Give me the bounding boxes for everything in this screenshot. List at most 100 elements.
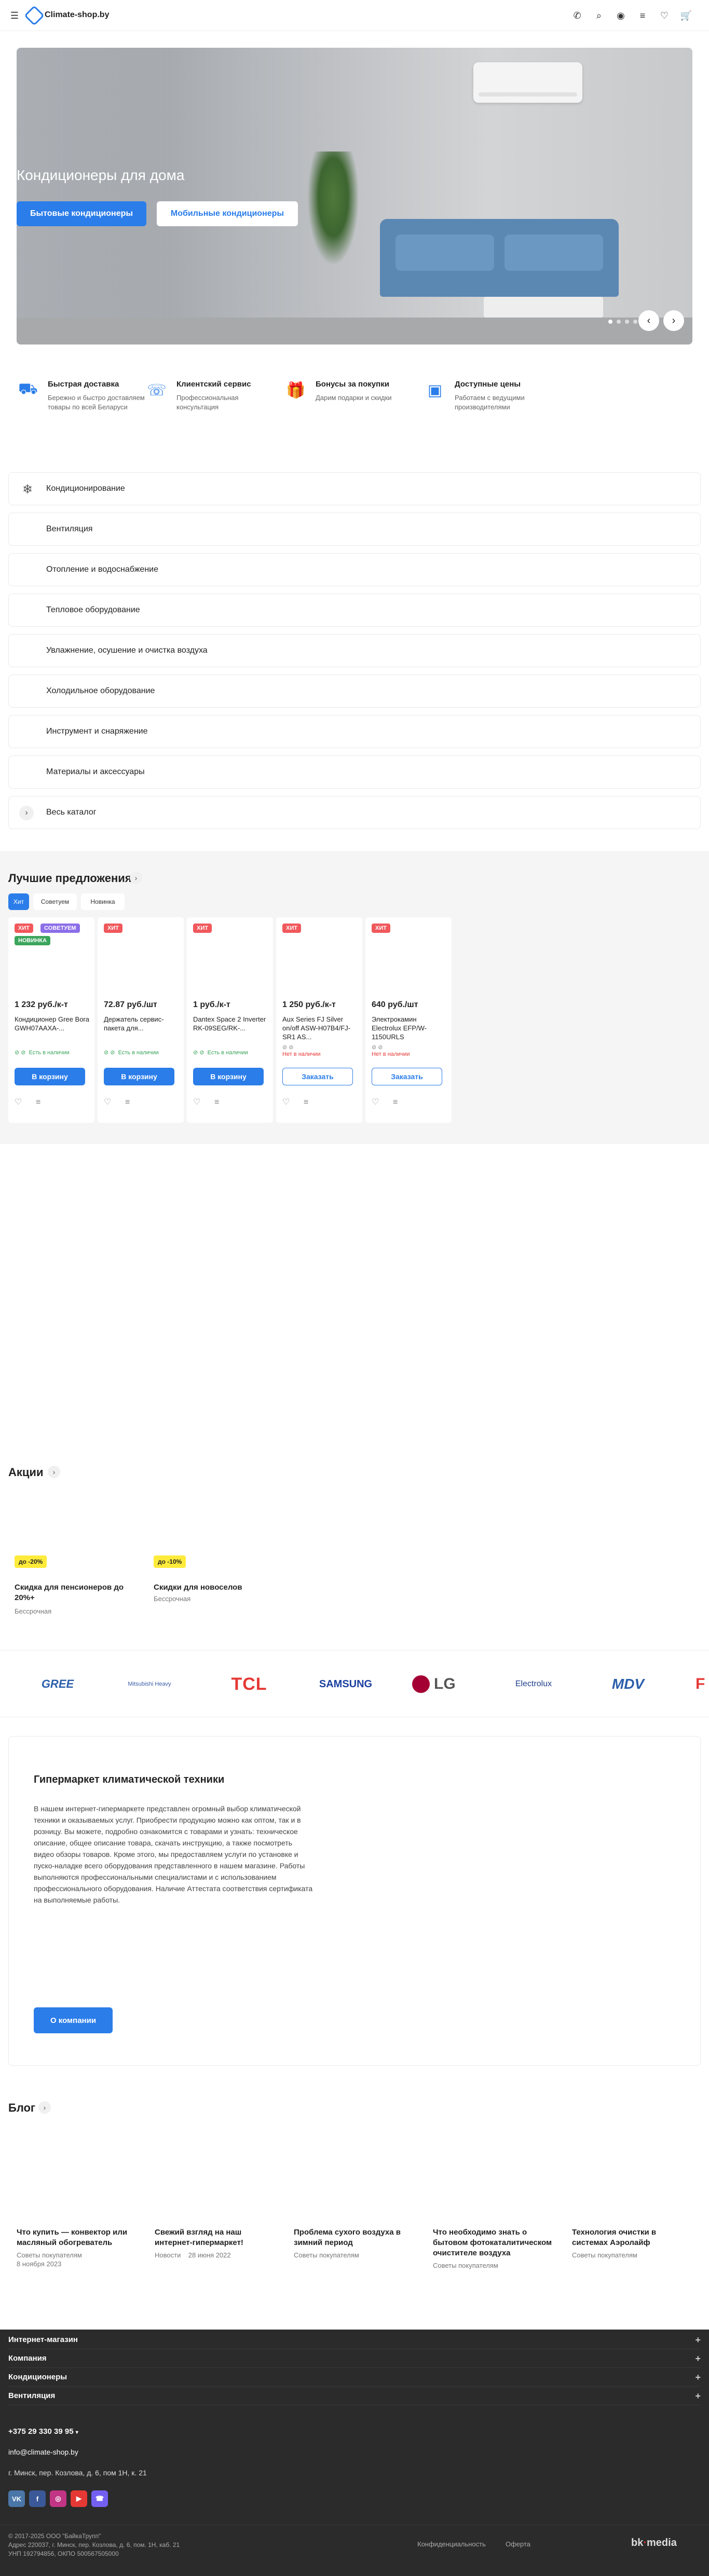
blog-post-title[interactable]: Что купить — конвектор или масляный обог…	[17, 2227, 141, 2248]
search-icon[interactable]: ⌕	[593, 9, 605, 22]
product-name[interactable]: Электрокамин Electrolux EFP/W-1150URLS	[372, 1015, 446, 1041]
slider-dot[interactable]	[633, 320, 637, 324]
brand-logo[interactable]: F	[696, 1675, 709, 1693]
card-actions: ♡ ≡	[104, 1097, 130, 1107]
compare-icon[interactable]: ≡	[304, 1098, 308, 1107]
brand-logo[interactable]: SAMSUNG	[309, 1675, 382, 1693]
category-item[interactable]: ❄ Кондиционирование	[8, 472, 701, 505]
brand-logo[interactable]: MDV	[597, 1675, 659, 1693]
cart-icon[interactable]: 🛒	[680, 9, 692, 22]
category-item[interactable]: Холодильное оборудование	[8, 674, 701, 708]
logo-text[interactable]: Climate-shop.by	[45, 10, 109, 20]
slider-next-button[interactable]: ›	[663, 310, 684, 331]
offer-link[interactable]: Оферта	[506, 2540, 530, 2548]
product-card[interactable]: ХИТ СОВЕТУЕМ НОВИНКА 1 232 руб./к-т Конд…	[8, 917, 94, 1123]
category-all[interactable]: › Весь каталог	[8, 796, 701, 829]
chevron-down-icon: ▾	[75, 2430, 78, 2435]
heart-icon[interactable]: ♡	[15, 1098, 22, 1107]
product-name[interactable]: Держатель сервис-пакета для...	[104, 1015, 179, 1041]
heart-icon[interactable]: ♡	[193, 1098, 200, 1107]
add-to-cart-button[interactable]: В корзину	[104, 1068, 174, 1085]
blog-post-title[interactable]: Технология очистки в системах Аэролайф	[572, 2227, 692, 2248]
brand-logo[interactable]: GREE	[29, 1675, 86, 1693]
product-card[interactable]: ХИТ 72.87 руб./шт Держатель сервис-пакет…	[98, 917, 184, 1123]
product-name[interactable]: Aux Series FJ Silver on/off ASW-H07B4/FJ…	[282, 1015, 357, 1041]
category-item[interactable]: Тепловое оборудование	[8, 594, 701, 627]
category-item[interactable]: Материалы и аксессуары	[8, 755, 701, 789]
heart-icon[interactable]: ♡	[658, 9, 671, 22]
tab-new[interactable]: Новинка	[81, 893, 125, 910]
slider-dot[interactable]	[617, 320, 621, 324]
order-button[interactable]: Заказать	[372, 1068, 442, 1085]
category-item[interactable]: Вентиляция	[8, 513, 701, 546]
vk-icon[interactable]: VK	[8, 2490, 25, 2507]
youtube-icon[interactable]: ▶	[71, 2490, 87, 2507]
category-item[interactable]: Инструмент и снаряжение	[8, 715, 701, 748]
heart-icon[interactable]: ♡	[104, 1098, 111, 1107]
add-to-cart-button[interactable]: В корзину	[193, 1068, 264, 1085]
slider-prev-button[interactable]: ‹	[638, 310, 659, 331]
user-icon[interactable]: ◉	[615, 9, 627, 22]
window-light	[17, 48, 172, 345]
promo-title[interactable]: Скидки для новоселов	[154, 1582, 278, 1593]
chevron-right-icon[interactable]: ›	[130, 872, 142, 884]
feature-bonus: 🎁 Бонусы за покупки Дарим подарки и скид…	[284, 378, 419, 424]
compare-icon[interactable]: ≡	[36, 1098, 40, 1107]
about-company-button[interactable]: О компании	[34, 2007, 113, 2033]
brand-logo[interactable]: Mitsubishi Heavy	[118, 1675, 181, 1693]
promo-card[interactable]: до -10% Скидки для новоселов Бессрочная	[147, 1551, 282, 1619]
footer-nav-shop[interactable]: Интернет-магазин +	[8, 2331, 701, 2349]
order-button[interactable]: Заказать	[282, 1068, 353, 1085]
heart-icon[interactable]: ♡	[372, 1098, 379, 1107]
chevron-right-icon[interactable]: ›	[48, 1466, 60, 1478]
product-card[interactable]: ХИТ 640 руб./шт Электрокамин Electrolux …	[365, 917, 452, 1123]
slider-dot[interactable]	[608, 320, 612, 324]
compare-icon[interactable]: ≡	[636, 9, 649, 22]
menu-icon[interactable]: ☰	[8, 9, 21, 22]
chevron-right-icon[interactable]: ›	[38, 2101, 51, 2114]
phone-icon[interactable]: ✆	[571, 9, 583, 22]
heart-icon[interactable]: ♡	[282, 1098, 290, 1107]
product-name[interactable]: Dantex Space 2 Inverter RK-09SEG/RK-...	[193, 1015, 268, 1041]
privacy-link[interactable]: Конфиденциальность	[417, 2540, 486, 2548]
promo-card[interactable]: до -20% Скидка для пенсионеров до 20%+ Б…	[8, 1551, 143, 1619]
blog-post[interactable]: Что необходимо знать о бытовом фотокатал…	[433, 2227, 557, 2269]
blog-post[interactable]: Что купить — конвектор или масляный обог…	[17, 2227, 141, 2268]
blog-post[interactable]: Технология очистки в системах Аэролайф С…	[572, 2227, 692, 2259]
add-to-cart-button[interactable]: В корзину	[15, 1068, 85, 1085]
hero-button-secondary[interactable]: Мобильные кондиционеры	[157, 201, 298, 226]
product-card[interactable]: ХИТ 1 250 руб./к-т Aux Series FJ Silver …	[276, 917, 362, 1123]
footer-nav-ventilation[interactable]: Вентиляция +	[8, 2387, 701, 2405]
blog-post-title[interactable]: Свежий взгляд на наш интернет-гипермарке…	[155, 2227, 279, 2248]
footer-email[interactable]: info@climate-shop.by	[8, 2448, 78, 2456]
footer-nav-company[interactable]: Компания +	[8, 2349, 701, 2368]
facebook-icon[interactable]: f	[29, 2490, 46, 2507]
slider-dot[interactable]	[625, 320, 629, 324]
developer-logo[interactable]: bk·media	[631, 2537, 677, 2549]
promo-title[interactable]: Скидка для пенсионеров до 20%+	[15, 1582, 139, 1603]
tab-recommended[interactable]: Советуем	[33, 893, 77, 910]
product-card[interactable]: ХИТ 1 руб./к-т Dantex Space 2 Inverter R…	[187, 917, 273, 1123]
hero-slider[interactable]: Кондиционеры для дома Бытовые кондиционе…	[17, 48, 692, 345]
category-item[interactable]: Отопление и водоснабжение	[8, 553, 701, 586]
footer-phone[interactable]: +375 29 330 39 95 ▾	[8, 2427, 78, 2436]
brand-logo[interactable]: TCL	[218, 1674, 280, 1694]
compare-icon[interactable]: ≡	[125, 1098, 130, 1107]
feature-desc: Дарим подарки и скидки	[316, 394, 392, 402]
logo-icon[interactable]	[24, 5, 45, 26]
category-item[interactable]: Увлажнение, осушение и очистка воздуха	[8, 634, 701, 667]
compare-icon[interactable]: ≡	[393, 1098, 398, 1107]
instagram-icon[interactable]: ◎	[50, 2490, 66, 2507]
compare-icon[interactable]: ≡	[214, 1098, 219, 1107]
viber-icon[interactable]: ☎	[91, 2490, 108, 2507]
product-name[interactable]: Кондиционер Gree Bora GWH07AAXA-...	[15, 1015, 89, 1041]
brand-logo[interactable]: Electrolux	[502, 1675, 565, 1693]
tab-hit[interactable]: Хит	[8, 893, 29, 910]
blog-post[interactable]: Проблема сухого воздуха в зимний период …	[294, 2227, 418, 2259]
hero-button-primary[interactable]: Бытовые кондиционеры	[17, 201, 146, 226]
brand-logo[interactable]: LG	[410, 1675, 472, 1693]
blog-post-title[interactable]: Что необходимо знать о бытовом фотокатал…	[433, 2227, 557, 2258]
blog-post-title[interactable]: Проблема сухого воздуха в зимний период	[294, 2227, 418, 2248]
blog-post[interactable]: Свежий взгляд на наш интернет-гипермарке…	[155, 2227, 279, 2259]
footer-nav-ac[interactable]: Кондиционеры +	[8, 2368, 701, 2387]
